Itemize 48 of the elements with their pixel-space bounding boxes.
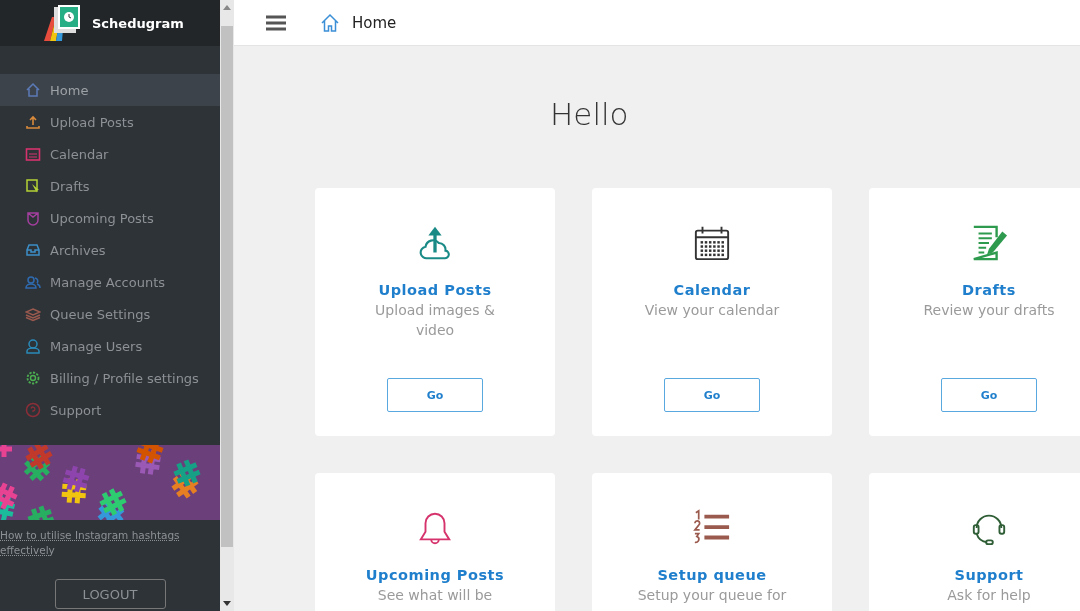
brand-name: Schedugram — [92, 15, 184, 31]
card-title: Setup queue — [657, 567, 767, 583]
card-title: Upload Posts — [378, 282, 492, 298]
people-icon — [25, 274, 41, 290]
sidebar-item[interactable]: Home — [0, 74, 220, 106]
card-title: Drafts — [962, 282, 1016, 298]
scroll-down-icon[interactable] — [223, 601, 231, 606]
calendar-icon — [25, 146, 41, 162]
scrollbar-thumb[interactable] — [221, 26, 233, 547]
card-title: Support — [954, 567, 1024, 583]
card-title: Upcoming Posts — [365, 567, 505, 583]
menu-icon[interactable] — [266, 14, 286, 31]
card-description: Review your drafts — [922, 301, 1056, 320]
go-button[interactable]: Go — [941, 378, 1037, 412]
card-description: See what will be — [376, 586, 494, 605]
sidebar-item[interactable]: Calendar — [0, 138, 220, 170]
document-icon — [25, 178, 41, 194]
sidebar-item[interactable]: Archives — [0, 234, 220, 266]
home-icon — [25, 82, 41, 98]
sidebar-item[interactable]: Upcoming Posts — [0, 202, 220, 234]
sidebar-item[interactable]: Billing / Profile settings — [0, 362, 220, 394]
go-button[interactable]: Go — [387, 378, 483, 412]
sidebar-item[interactable]: Drafts — [0, 170, 220, 202]
calendar-icon — [693, 224, 731, 262]
card-description: Setup your queue for — [637, 586, 787, 605]
sidebar-item[interactable]: Support — [0, 394, 220, 426]
sidebar-item[interactable]: Manage Users — [0, 330, 220, 362]
logout-button[interactable]: LOGOUT — [54, 579, 166, 609]
logo-icon — [42, 3, 82, 43]
sidebar-item[interactable]: Upload Posts — [0, 106, 220, 138]
card-description: Upload images & video — [374, 301, 496, 340]
home-icon — [320, 12, 340, 33]
go-button[interactable]: Go — [664, 378, 760, 412]
card-description: View your calendar — [643, 301, 781, 320]
gear-icon — [25, 370, 41, 386]
person-icon — [25, 338, 41, 354]
scroll-up-icon[interactable] — [223, 5, 231, 10]
article-link[interactable]: How to utilise Instagram hashtags effectively — [0, 528, 220, 558]
sidebar-item[interactable]: Manage Accounts — [0, 266, 220, 298]
inbox-icon — [25, 242, 41, 258]
upload-icon — [25, 114, 41, 130]
card-title: Calendar — [673, 282, 751, 298]
sidebar-item[interactable]: Queue Settings — [0, 298, 220, 330]
greeting: Hello — [550, 96, 630, 132]
layers-icon — [25, 306, 41, 322]
help-icon — [25, 402, 41, 418]
page-title: Home — [352, 13, 397, 32]
card-description: Ask for help — [946, 586, 1032, 605]
